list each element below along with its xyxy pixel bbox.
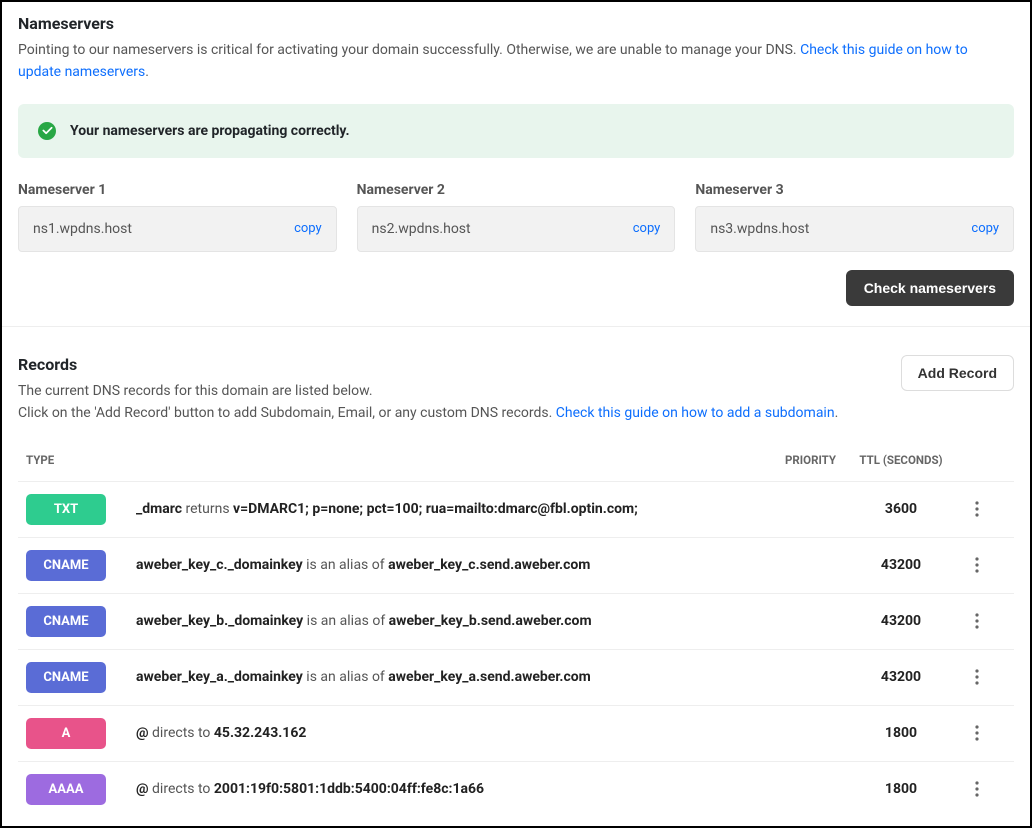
table-row: A @ directs to 45.32.243.162 1800 — [18, 705, 1014, 761]
record-type-badge: CNAME — [26, 606, 106, 637]
check-nameservers-button[interactable]: Check nameservers — [846, 270, 1014, 306]
header-ttl: TTL (SECONDS) — [836, 453, 966, 467]
nameserver-value-3: ns3.wpdns.host — [710, 221, 809, 237]
propagation-alert: Your nameservers are propagating correct… — [18, 104, 1014, 158]
record-actions-menu[interactable] — [966, 666, 988, 688]
record-type-badge: CNAME — [26, 550, 106, 581]
nameserver-label-1: Nameserver 1 — [18, 182, 337, 198]
record-type-badge: TXT — [26, 494, 106, 525]
nameserver-label-2: Nameserver 2 — [357, 182, 676, 198]
records-sub2-prefix: Click on the 'Add Record' button to add … — [18, 405, 556, 421]
copy-nameserver-1[interactable]: copy — [294, 221, 322, 236]
records-sub1: The current DNS records for this domain … — [18, 380, 901, 402]
add-record-button[interactable]: Add Record — [901, 355, 1014, 391]
record-type-badge: CNAME — [26, 662, 106, 693]
nameservers-desc: Pointing to our nameservers is critical … — [18, 39, 1014, 84]
check-circle-icon — [38, 122, 56, 140]
alert-text: Your nameservers are propagating correct… — [70, 123, 350, 139]
record-ttl: 1800 — [836, 725, 966, 741]
record-ttl: 3600 — [836, 501, 966, 517]
nameserver-box-1: ns1.wpdns.host copy — [18, 206, 337, 252]
nameservers-desc-suffix: . — [145, 64, 149, 80]
copy-nameserver-2[interactable]: copy — [633, 221, 661, 236]
nameserver-label-3: Nameserver 3 — [695, 182, 1014, 198]
records-sub2-suffix: . — [835, 405, 839, 421]
table-row: AAAA @ directs to 2001:19f0:5801:1ddb:54… — [18, 761, 1014, 817]
record-ttl: 1800 — [836, 781, 966, 797]
records-title: Records — [18, 355, 901, 374]
record-ttl: 43200 — [836, 669, 966, 685]
record-type-badge: AAAA — [26, 774, 106, 805]
nameserver-value-2: ns2.wpdns.host — [372, 221, 471, 237]
nameserver-value-1: ns1.wpdns.host — [33, 221, 132, 237]
records-guide-link[interactable]: Check this guide on how to add a subdoma… — [556, 405, 835, 421]
table-row: CNAME aweber_key_b._domainkey is an alia… — [18, 593, 1014, 649]
table-row: TXT _dmarc returns v=DMARC1; p=none; pct… — [18, 481, 1014, 537]
record-description: aweber_key_b._domainkey is an alias of a… — [136, 613, 746, 629]
record-ttl: 43200 — [836, 557, 966, 573]
record-actions-menu[interactable] — [966, 554, 988, 576]
record-description: aweber_key_c._domainkey is an alias of a… — [136, 557, 746, 573]
record-actions-menu[interactable] — [966, 610, 988, 632]
header-type: TYPE — [26, 453, 136, 467]
records-sub2: Click on the 'Add Record' button to add … — [18, 402, 901, 424]
table-row: CNAME aweber_key_c._domainkey is an alia… — [18, 537, 1014, 593]
nameserver-box-3: ns3.wpdns.host copy — [695, 206, 1014, 252]
record-description: @ directs to 2001:19f0:5801:1ddb:5400:04… — [136, 781, 746, 797]
header-priority: PRIORITY — [746, 453, 836, 467]
records-table-header: TYPE PRIORITY TTL (SECONDS) — [18, 453, 1014, 481]
record-actions-menu[interactable] — [966, 722, 988, 744]
record-ttl: 43200 — [836, 613, 966, 629]
nameserver-box-2: ns2.wpdns.host copy — [357, 206, 676, 252]
record-actions-menu[interactable] — [966, 498, 988, 520]
record-description: aweber_key_a._domainkey is an alias of a… — [136, 669, 746, 685]
record-description: _dmarc returns v=DMARC1; p=none; pct=100… — [136, 501, 746, 517]
record-description: @ directs to 45.32.243.162 — [136, 725, 746, 741]
section-divider — [2, 326, 1030, 327]
nameservers-title: Nameservers — [18, 14, 1014, 33]
copy-nameserver-3[interactable]: copy — [971, 221, 999, 236]
table-row: CNAME aweber_key_a._domainkey is an alia… — [18, 649, 1014, 705]
record-type-badge: A — [26, 718, 106, 749]
nameservers-desc-text: Pointing to our nameservers is critical … — [18, 42, 800, 58]
record-actions-menu[interactable] — [966, 778, 988, 800]
